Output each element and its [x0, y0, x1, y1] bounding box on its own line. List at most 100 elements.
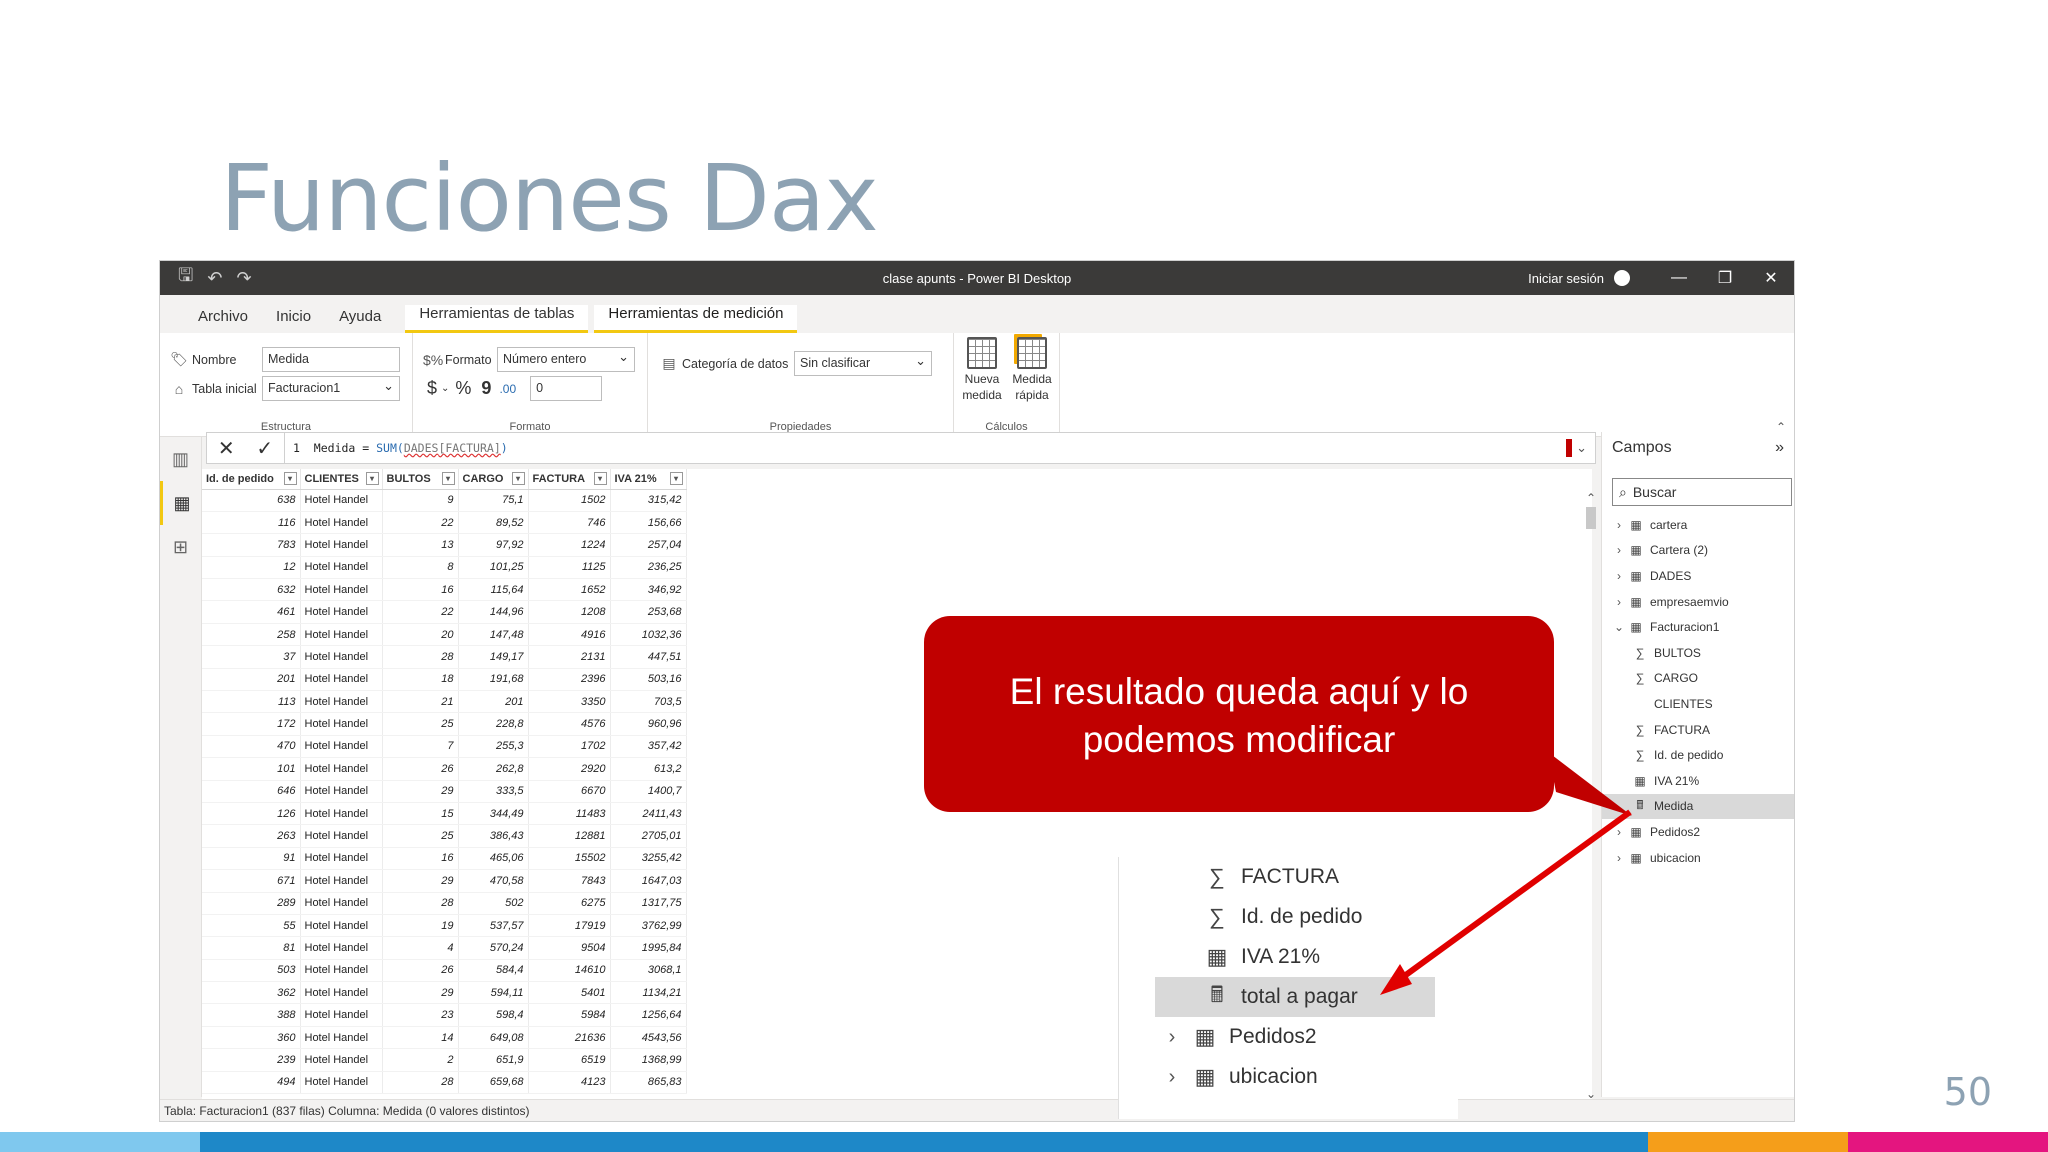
formula-text[interactable]: 1 Medida = SUM(DADES[FACTURA]): [285, 441, 508, 455]
table-cell[interactable]: 4123: [528, 1071, 611, 1095]
table-cell[interactable]: 29: [382, 869, 459, 893]
table-cell[interactable]: 253,68: [610, 600, 687, 624]
tab-herramientas-tablas[interactable]: Herramientas de tablas: [405, 305, 589, 333]
table-cell[interactable]: Hotel Handel: [300, 489, 383, 512]
save-icon[interactable]: 🖫: [178, 263, 193, 293]
table-cell[interactable]: 14: [382, 1026, 459, 1050]
table-cell[interactable]: 638: [202, 489, 301, 512]
table-cell[interactable]: 37: [202, 645, 301, 669]
table-cell[interactable]: 6670: [528, 780, 611, 803]
table-cell[interactable]: Hotel Handel: [300, 712, 383, 736]
scroll-thumb[interactable]: [1586, 507, 1596, 529]
table-cell[interactable]: 28: [382, 645, 459, 669]
field-table-item[interactable]: ⌄ ▦ Facturacion1: [1602, 614, 1794, 640]
table-cell[interactable]: 1134,21: [610, 981, 687, 1005]
table-cell[interactable]: Hotel Handel: [300, 690, 383, 714]
table-cell[interactable]: Hotel Handel: [300, 914, 383, 938]
table-cell[interactable]: 1502: [528, 489, 611, 512]
table-cell[interactable]: 116: [202, 511, 301, 535]
table-cell[interactable]: 388: [202, 1003, 301, 1027]
table-cell[interactable]: 115,64: [458, 578, 529, 602]
table-cell[interactable]: 101,25: [458, 556, 529, 580]
formula-bar[interactable]: ✕ ✓ 1 Medida = SUM(DADES[FACTURA]) ⌄: [206, 432, 1596, 464]
table-cell[interactable]: 344,49: [458, 802, 529, 826]
table-cell[interactable]: 651,9: [458, 1048, 529, 1072]
table-cell[interactable]: Hotel Handel: [300, 802, 383, 826]
column-header[interactable]: IVA 21% ▾: [610, 469, 687, 490]
table-cell[interactable]: 17919: [528, 914, 611, 938]
table-cell[interactable]: 156,66: [610, 511, 687, 535]
model-view-icon[interactable]: ⊞: [160, 525, 201, 569]
field-table-item[interactable]: › ▦ cartera: [1602, 512, 1794, 538]
table-cell[interactable]: 6275: [528, 892, 611, 915]
table-cell[interactable]: 29: [382, 981, 459, 1005]
table-cell[interactable]: 12881: [528, 824, 611, 848]
table-cell[interactable]: Hotel Handel: [300, 1003, 383, 1027]
table-cell[interactable]: 25: [382, 712, 459, 736]
table-cell[interactable]: 23: [382, 1003, 459, 1027]
grid-scrollbar[interactable]: ⌃ ⌄: [1584, 491, 1598, 1101]
table-cell[interactable]: 13: [382, 533, 459, 557]
column-filter-icon[interactable]: ▾: [441, 472, 455, 485]
table-cell[interactable]: 447,51: [610, 645, 687, 669]
table-cell[interactable]: 263: [202, 824, 301, 848]
column-filter-icon[interactable]: ▾: [283, 472, 297, 485]
table-row[interactable]: 239 Hotel Handel 2 651,9 6519 1368,99: [202, 1048, 687, 1072]
column-header[interactable]: BULTOS ▾: [382, 469, 459, 490]
table-cell[interactable]: 1647,03: [610, 869, 687, 893]
table-cell[interactable]: Hotel Handel: [300, 623, 383, 647]
table-cell[interactable]: 315,42: [610, 489, 687, 512]
table-cell[interactable]: 1317,75: [610, 892, 687, 915]
table-cell[interactable]: 258: [202, 623, 301, 647]
table-cell[interactable]: 126: [202, 802, 301, 826]
medida-rapida-button[interactable]: Medida rápida: [1008, 337, 1056, 403]
table-cell[interactable]: 20: [382, 623, 459, 647]
table-row[interactable]: 494 Hotel Handel 28 659,68 4123 865,83: [202, 1071, 687, 1095]
table-cell[interactable]: Hotel Handel: [300, 645, 383, 669]
restore-button[interactable]: ❐: [1702, 268, 1748, 288]
table-cell[interactable]: 494: [202, 1071, 301, 1095]
table-row[interactable]: 362 Hotel Handel 29 594,11 5401 1134,21: [202, 981, 687, 1005]
table-cell[interactable]: 101: [202, 757, 301, 781]
currency-dropdown-icon[interactable]: ⌄: [441, 383, 449, 394]
table-cell[interactable]: 26: [382, 757, 459, 781]
table-row[interactable]: 638 Hotel Handel 9 75,1 1502 315,42: [202, 489, 687, 512]
table-cell[interactable]: 2131: [528, 645, 611, 669]
table-row[interactable]: 116 Hotel Handel 22 89,52 746 156,66: [202, 511, 687, 535]
table-cell[interactable]: 1368,99: [610, 1048, 687, 1072]
table-cell[interactable]: 239: [202, 1048, 301, 1072]
table-row[interactable]: 172 Hotel Handel 25 228,8 4576 960,96: [202, 712, 687, 736]
nueva-medida-button[interactable]: Nueva medida: [958, 337, 1006, 403]
field-item[interactable]: ∑ FACTURA: [1602, 717, 1794, 743]
cancel-formula-icon[interactable]: ✕: [218, 436, 235, 461]
field-table-item[interactable]: › ▦ Pedidos2: [1602, 819, 1794, 845]
table-cell[interactable]: 746: [528, 511, 611, 535]
table-cell[interactable]: 25: [382, 824, 459, 848]
categoria-select[interactable]: Sin clasificar: [794, 351, 932, 376]
table-cell[interactable]: 659,68: [458, 1071, 529, 1095]
table-row[interactable]: 37 Hotel Handel 28 149,17 2131 447,51: [202, 645, 687, 669]
field-table-item[interactable]: › ▦ ubicacion: [1602, 845, 1794, 871]
table-cell[interactable]: 228,8: [458, 712, 529, 736]
table-cell[interactable]: 147,48: [458, 623, 529, 647]
field-table-item[interactable]: › ▦ empresaemvio: [1602, 589, 1794, 615]
table-cell[interactable]: Hotel Handel: [300, 824, 383, 848]
table-cell[interactable]: 1125: [528, 556, 611, 580]
field-item[interactable]: ∑ CARGO: [1602, 666, 1794, 692]
table-cell[interactable]: 357,42: [610, 735, 687, 759]
chevron-right-icon[interactable]: ›: [1612, 518, 1626, 532]
table-cell[interactable]: 144,96: [458, 600, 529, 624]
table-cell[interactable]: 81: [202, 936, 301, 960]
table-cell[interactable]: 201: [202, 668, 301, 692]
table-cell[interactable]: Hotel Handel: [300, 668, 383, 692]
table-cell[interactable]: 16: [382, 578, 459, 602]
table-cell[interactable]: 3068,1: [610, 959, 687, 983]
table-cell[interactable]: 255,3: [458, 735, 529, 759]
field-item[interactable]: ∑ BULTOS: [1602, 640, 1794, 666]
table-cell[interactable]: 1995,84: [610, 936, 687, 960]
table-cell[interactable]: 1208: [528, 600, 611, 624]
table-cell[interactable]: Hotel Handel: [300, 578, 383, 602]
currency-button[interactable]: $: [427, 378, 437, 399]
chevron-down-icon[interactable]: ⌄: [1612, 620, 1626, 634]
table-cell[interactable]: 584,4: [458, 959, 529, 983]
